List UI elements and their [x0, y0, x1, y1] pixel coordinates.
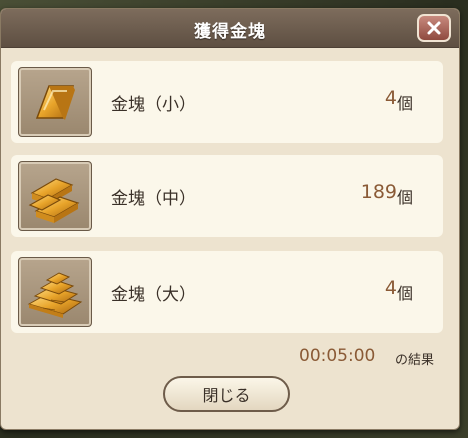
item-count: 4 — [384, 87, 397, 109]
item-count: 4 — [384, 277, 397, 299]
gold-bar-large-icon — [18, 257, 92, 327]
item-unit: 個 — [396, 188, 413, 207]
item-count: 189 — [360, 181, 397, 203]
reward-item-gold-medium: 金塊（中） 189 個 — [11, 155, 443, 237]
close-button[interactable]: 閉じる — [163, 376, 290, 412]
item-unit: 個 — [396, 94, 413, 113]
item-name: 金塊（中） — [111, 189, 196, 209]
item-name: 金塊（大） — [111, 285, 196, 305]
elapsed-time: 00:05:00 — [299, 346, 376, 366]
gold-reward-dialog: 獲得金塊 金塊（小） 4 個 金塊（中） 189 個 金塊（大） 4 個 00:… — [0, 8, 460, 430]
close-icon-button[interactable] — [417, 14, 451, 42]
reward-item-gold-small: 金塊（小） 4 個 — [11, 61, 443, 143]
gold-bar-medium-icon — [18, 161, 92, 231]
dialog-titlebar: 獲得金塊 — [1, 9, 459, 48]
result-suffix: の結果 — [395, 353, 435, 368]
dialog-title: 獲得金塊 — [194, 22, 266, 42]
item-name: 金塊（小） — [111, 95, 196, 115]
close-x-icon — [427, 21, 441, 35]
item-unit: 個 — [396, 284, 413, 303]
reward-item-gold-large: 金塊（大） 4 個 — [11, 251, 443, 333]
gold-bar-small-icon — [18, 67, 92, 137]
